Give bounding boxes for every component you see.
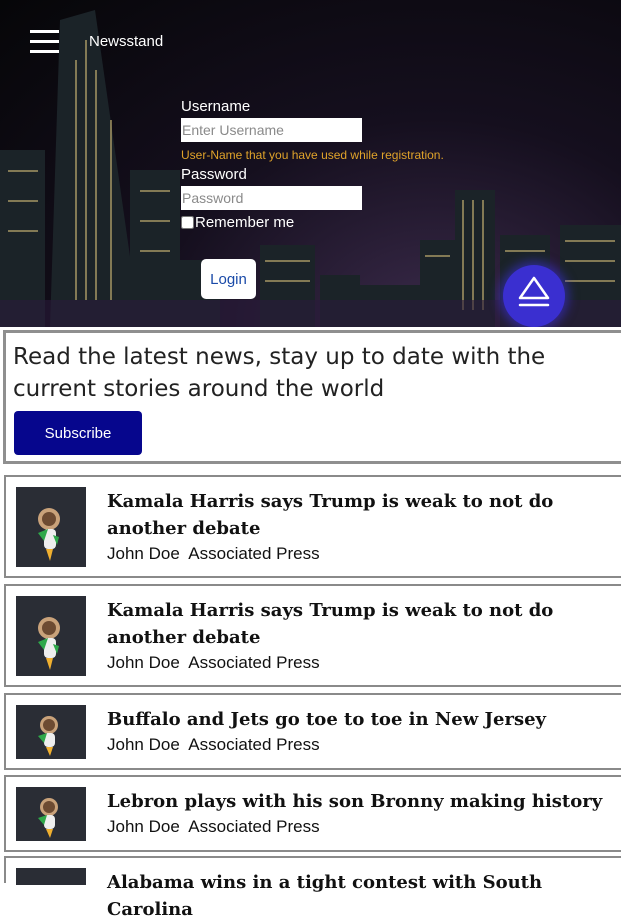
username-hint: User-Name that you have used while regis…	[181, 148, 444, 162]
article-meta: John Doe Associated Press	[107, 817, 320, 837]
article-thumbnail	[16, 487, 86, 567]
article-thumbnail	[16, 705, 86, 759]
news-card[interactable]: Kamala Harris says Trump is weak to not …	[4, 475, 621, 578]
subscribe-panel: Read the latest news, stay up to date wi…	[3, 330, 621, 464]
article-title[interactable]: Kamala Harris says Trump is weak to not …	[107, 597, 607, 651]
menu-button[interactable]	[30, 28, 60, 54]
article-thumbnail	[16, 787, 86, 841]
article-title[interactable]: Alabama wins in a tight contest with Sou…	[107, 869, 607, 923]
news-card[interactable]: Buffalo and Jets go toe to toe in New Je…	[4, 693, 621, 770]
news-card[interactable]: Lebron plays with his son Bronny making …	[4, 775, 621, 852]
login-form: Username User-Name that you have used wh…	[181, 98, 444, 231]
article-meta: John Doe Associated Press	[107, 544, 320, 564]
scroll-top-button[interactable]	[503, 265, 565, 327]
eject-up-icon	[518, 276, 550, 307]
article-author: John Doe	[107, 817, 180, 836]
article-thumbnail	[16, 596, 86, 676]
hamburger-menu-icon	[30, 30, 59, 33]
password-label: Password	[181, 166, 247, 183]
article-meta: John Doe Associated Press	[107, 653, 320, 673]
hero-banner: Newsstand Username User-Name that you ha…	[0, 0, 621, 327]
article-author: John Doe	[107, 735, 180, 754]
article-title[interactable]: Kamala Harris says Trump is weak to not …	[107, 488, 607, 542]
username-label: Username	[181, 98, 251, 115]
news-card[interactable]: Kamala Harris says Trump is weak to not …	[4, 584, 621, 687]
article-source: Associated Press	[188, 653, 320, 672]
article-author: John Doe	[107, 653, 180, 672]
article-source: Associated Press	[188, 544, 320, 563]
username-input[interactable]	[181, 118, 362, 142]
article-title[interactable]: Buffalo and Jets go toe to toe in New Je…	[107, 706, 607, 733]
article-meta: John Doe Associated Press	[107, 735, 320, 755]
article-author: John Doe	[107, 544, 180, 563]
remember-me-checkbox[interactable]	[181, 216, 194, 229]
article-source: Associated Press	[188, 735, 320, 754]
subscribe-text: Read the latest news, stay up to date wi…	[13, 344, 546, 402]
subscribe-button[interactable]: Subscribe	[14, 411, 142, 455]
article-thumbnail	[16, 868, 86, 885]
article-source: Associated Press	[188, 817, 320, 836]
password-input[interactable]	[181, 186, 362, 210]
brand-name[interactable]: Newsstand	[89, 33, 163, 50]
news-card[interactable]: Alabama wins in a tight contest with Sou…	[4, 856, 621, 920]
remember-me-label: Remember me	[195, 214, 295, 231]
login-button[interactable]: Login	[201, 259, 256, 299]
article-title[interactable]: Lebron plays with his son Bronny making …	[107, 788, 607, 815]
